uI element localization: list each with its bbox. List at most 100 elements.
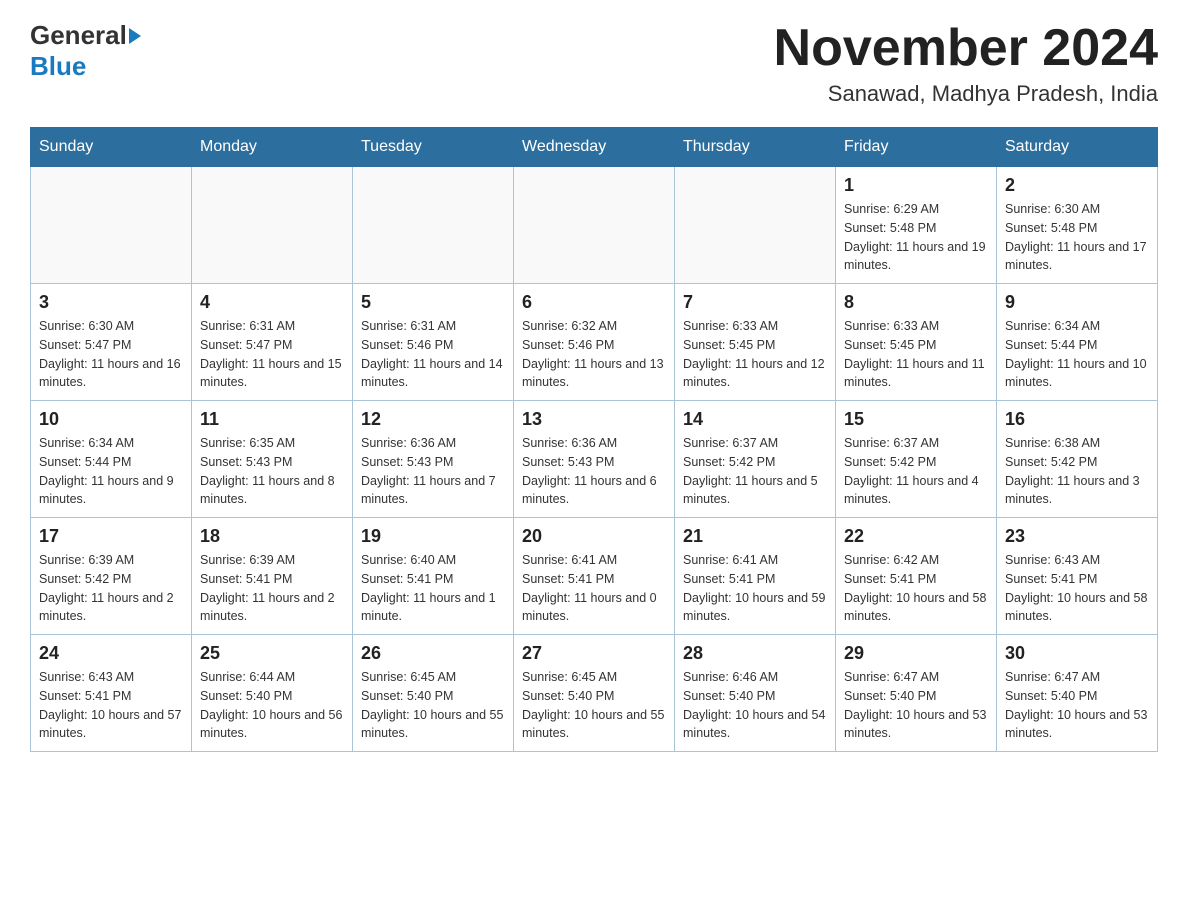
day-info: Sunrise: 6:40 AMSunset: 5:41 PMDaylight:… [361,551,505,626]
day-info-line: Sunrise: 6:41 AM [522,553,617,567]
day-info-line: Daylight: 10 hours and 57 minutes. [39,708,181,741]
day-info-line: Sunrise: 6:42 AM [844,553,939,567]
calendar-cell: 28Sunrise: 6:46 AMSunset: 5:40 PMDayligh… [675,635,836,752]
day-info-line: Sunrise: 6:37 AM [844,436,939,450]
calendar-cell: 19Sunrise: 6:40 AMSunset: 5:41 PMDayligh… [353,518,514,635]
calendar-table: SundayMondayTuesdayWednesdayThursdayFrid… [30,127,1158,752]
day-info-line: Sunrise: 6:31 AM [200,319,295,333]
day-number: 2 [1005,175,1149,196]
day-info: Sunrise: 6:39 AMSunset: 5:42 PMDaylight:… [39,551,183,626]
day-info-line: Sunset: 5:41 PM [522,572,614,586]
weekday-header-monday: Monday [192,128,353,167]
day-info-line: Sunrise: 6:37 AM [683,436,778,450]
day-info-line: Daylight: 11 hours and 5 minutes. [683,474,818,507]
calendar-cell [675,167,836,284]
day-info: Sunrise: 6:43 AMSunset: 5:41 PMDaylight:… [1005,551,1149,626]
calendar-cell: 5Sunrise: 6:31 AMSunset: 5:46 PMDaylight… [353,284,514,401]
day-info: Sunrise: 6:39 AMSunset: 5:41 PMDaylight:… [200,551,344,626]
calendar-cell: 12Sunrise: 6:36 AMSunset: 5:43 PMDayligh… [353,401,514,518]
weekday-header-friday: Friday [836,128,997,167]
day-info: Sunrise: 6:35 AMSunset: 5:43 PMDaylight:… [200,434,344,509]
calendar-cell: 27Sunrise: 6:45 AMSunset: 5:40 PMDayligh… [514,635,675,752]
day-info-line: Sunrise: 6:41 AM [683,553,778,567]
day-info-line: Sunset: 5:41 PM [200,572,292,586]
day-number: 3 [39,292,183,313]
day-info-line: Sunrise: 6:34 AM [39,436,134,450]
day-info-line: Daylight: 11 hours and 2 minutes. [39,591,174,624]
day-info-line: Sunrise: 6:32 AM [522,319,617,333]
day-info-line: Sunset: 5:43 PM [522,455,614,469]
calendar-cell [514,167,675,284]
day-info-line: Daylight: 11 hours and 8 minutes. [200,474,335,507]
month-title: November 2024 [774,20,1158,77]
calendar-cell [31,167,192,284]
day-info-line: Sunset: 5:41 PM [361,572,453,586]
day-info: Sunrise: 6:31 AMSunset: 5:46 PMDaylight:… [361,317,505,392]
day-info-line: Sunset: 5:40 PM [683,689,775,703]
day-info-line: Daylight: 11 hours and 6 minutes. [522,474,657,507]
weekday-header-sunday: Sunday [31,128,192,167]
day-info-line: Daylight: 10 hours and 55 minutes. [361,708,503,741]
day-info-line: Sunset: 5:47 PM [39,338,131,352]
day-info-line: Daylight: 11 hours and 3 minutes. [1005,474,1140,507]
day-info-line: Sunset: 5:47 PM [200,338,292,352]
logo-blue-text: Blue [30,51,86,82]
day-info-line: Sunrise: 6:38 AM [1005,436,1100,450]
title-block: November 2024 Sanawad, Madhya Pradesh, I… [774,20,1158,107]
day-info: Sunrise: 6:37 AM Sunset: 5:42 PM Daylight:… [683,434,827,509]
day-number: 10 [39,409,183,430]
day-info-line: Sunset: 5:42 PM [1005,455,1097,469]
calendar-cell: 29Sunrise: 6:47 AMSunset: 5:40 PMDayligh… [836,635,997,752]
day-info-line: Daylight: 11 hours and 9 minutes. [39,474,174,507]
day-number: 16 [1005,409,1149,430]
day-number: 27 [522,643,666,664]
calendar-cell: 13Sunrise: 6:36 AMSunset: 5:43 PMDayligh… [514,401,675,518]
calendar-cell: 26 Sunrise: 6:45 AMSunset: 5:40 PMDayligh… [353,635,514,752]
weekday-header-wednesday: Wednesday [514,128,675,167]
calendar-cell: 23 Sunrise: 6:43 AMSunset: 5:41 PMDayligh… [997,518,1158,635]
day-info-line: Sunset: 5:40 PM [1005,689,1097,703]
day-info-line: Sunset: 5:42 PM [683,455,775,469]
day-info-line: Daylight: 11 hours and 0 minutes. [522,591,657,624]
day-info: Sunrise: 6:41 AMSunset: 5:41 PMDaylight:… [683,551,827,626]
day-number: 12 [361,409,505,430]
day-number: 18 [200,526,344,547]
calendar-cell: 18 Sunrise: 6:39 AMSunset: 5:41 PMDayligh… [192,518,353,635]
calendar-cell: 9Sunrise: 6:34 AMSunset: 5:44 PMDaylight… [997,284,1158,401]
day-info-line: Daylight: 11 hours and 7 minutes. [361,474,496,507]
day-info-line: Sunset: 5:40 PM [522,689,614,703]
day-number: 14 [683,409,827,430]
day-info: Sunrise: 6:42 AMSunset: 5:41 PMDaylight:… [844,551,988,626]
day-info-line: Sunrise: 6:33 AM [683,319,778,333]
day-info-line: Sunrise: 6:35 AM [200,436,295,450]
day-info-line: Sunset: 5:45 PM [683,338,775,352]
day-number: 24 [39,643,183,664]
day-number: 23 [1005,526,1149,547]
day-info-line: Sunset: 5:41 PM [683,572,775,586]
calendar-cell [353,167,514,284]
day-info-line: Sunset: 5:48 PM [844,221,936,235]
day-info-line: Sunrise: 6:31 AM [361,319,456,333]
weekday-header-row: SundayMondayTuesdayWednesdayThursdayFrid… [31,128,1158,167]
day-info: Sunrise: 6:32 AMSunset: 5:46 PMDaylight:… [522,317,666,392]
calendar-cell: 7Sunrise: 6:33 AMSunset: 5:45 PMDaylight… [675,284,836,401]
day-number: 20 [522,526,666,547]
calendar-cell: 15Sunrise: 6:37 AMSunset: 5:42 PMDayligh… [836,401,997,518]
day-number: 7 [683,292,827,313]
day-info-line: Daylight: 11 hours and 19 minutes. [844,240,986,273]
calendar-cell: 3Sunrise: 6:30 AMSunset: 5:47 PMDaylight… [31,284,192,401]
day-number: 1 [844,175,988,196]
day-number: 4 [200,292,344,313]
logo-general-text: General [30,20,127,51]
calendar-cell: 6Sunrise: 6:32 AMSunset: 5:46 PMDaylight… [514,284,675,401]
day-info-line: Daylight: 11 hours and 14 minutes. [361,357,503,390]
day-info: Sunrise: 6:33 AMSunset: 5:45 PMDaylight:… [683,317,827,392]
calendar-cell: 30Sunrise: 6:47 AMSunset: 5:40 PMDayligh… [997,635,1158,752]
day-info-line: Sunrise: 6:44 AM [200,670,295,684]
day-info-line: Sunrise: 6:36 AM [522,436,617,450]
day-info: Sunrise: 6:45 AMSunset: 5:40 PMDaylight:… [361,668,505,743]
day-number: 26 [361,643,505,664]
day-info: Sunrise: 6:46 AMSunset: 5:40 PMDaylight:… [683,668,827,743]
day-info-line: Sunrise: 6:33 AM [844,319,939,333]
calendar-cell: 10Sunrise: 6:34 AMSunset: 5:44 PMDayligh… [31,401,192,518]
